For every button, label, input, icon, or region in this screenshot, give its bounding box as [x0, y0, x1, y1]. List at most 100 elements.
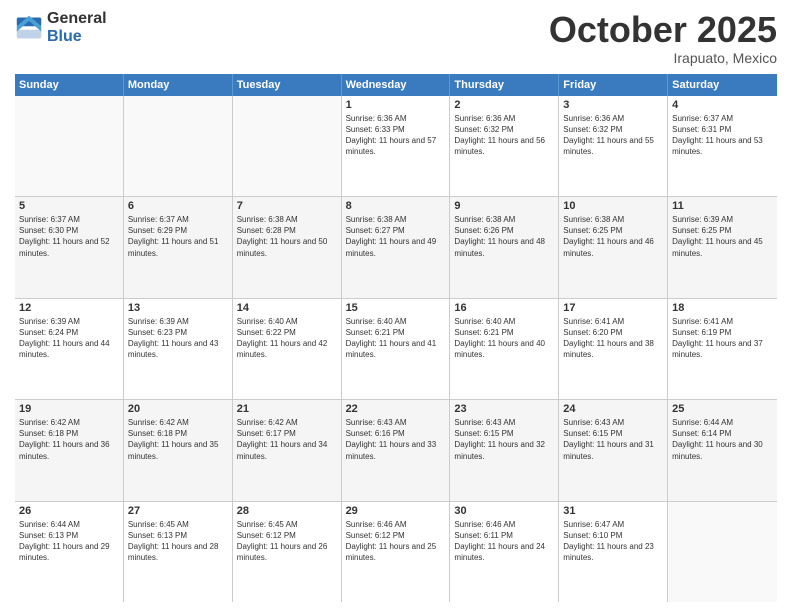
calendar-week-4: 19 Sunrise: 6:42 AMSunset: 6:18 PMDayligh… — [15, 400, 777, 501]
day-number: 8 — [346, 200, 446, 212]
day-number: 14 — [237, 302, 337, 314]
day-number: 25 — [672, 403, 773, 415]
calendar-header: SundayMondayTuesdayWednesdayThursdayFrid… — [15, 74, 777, 96]
calendar-cell: 7 Sunrise: 6:38 AMSunset: 6:28 PMDaylight… — [233, 197, 342, 297]
day-number: 23 — [454, 403, 554, 415]
day-number: 7 — [237, 200, 337, 212]
day-number: 9 — [454, 200, 554, 212]
calendar-cell: 19 Sunrise: 6:42 AMSunset: 6:18 PMDayligh… — [15, 400, 124, 500]
calendar-week-5: 26 Sunrise: 6:44 AMSunset: 6:13 PMDayligh… — [15, 502, 777, 602]
day-number: 26 — [19, 505, 119, 517]
day-header-friday: Friday — [559, 74, 668, 96]
calendar-cell: 8Sunrise: 6:38 AMSunset: 6:27 PMDaylight… — [342, 197, 451, 297]
header: General Blue October 2025 Irapuato, Mexi… — [15, 10, 777, 66]
calendar-cell — [668, 502, 777, 602]
cell-info: Sunrise: 6:40 AMSunset: 6:21 PMDaylight:… — [454, 316, 554, 361]
day-header-wednesday: Wednesday — [342, 74, 451, 96]
cell-info: Sunrise: 6:42 AMSunset: 6:18 PMDaylight:… — [19, 417, 119, 462]
day-number: 20 — [128, 403, 228, 415]
calendar-cell: 4 Sunrise: 6:37 AMSunset: 6:31 PMDaylight… — [668, 96, 777, 196]
day-number: 10 — [563, 200, 663, 212]
day-header-saturday: Saturday — [668, 74, 777, 96]
calendar-week-3: 12Sunrise: 6:39 AMSunset: 6:24 PMDayligh… — [15, 299, 777, 400]
cell-info: Sunrise: 6:45 AMSunset: 6:13 PMDaylight:… — [128, 519, 228, 564]
cell-info: Sunrise: 6:41 AMSunset: 6:20 PMDaylight:… — [563, 316, 663, 361]
cell-info: Sunrise: 6:38 AMSunset: 6:25 PMDaylight:… — [563, 214, 663, 259]
day-number: 2 — [454, 99, 554, 111]
location-subtitle: Irapuato, Mexico — [549, 50, 777, 66]
day-number: 18 — [672, 302, 773, 314]
logo-text: General Blue — [47, 10, 107, 45]
day-number: 21 — [237, 403, 337, 415]
cell-info: Sunrise: 6:39 AMSunset: 6:25 PMDaylight:… — [672, 214, 773, 259]
calendar-cell: 12Sunrise: 6:39 AMSunset: 6:24 PMDayligh… — [15, 299, 124, 399]
calendar-cell: 6 Sunrise: 6:37 AMSunset: 6:29 PMDaylight… — [124, 197, 233, 297]
cell-info: Sunrise: 6:44 AMSunset: 6:14 PMDaylight:… — [672, 417, 773, 462]
cell-info: Sunrise: 6:36 AMSunset: 6:33 PMDaylight:… — [346, 113, 446, 158]
calendar-cell: 16 Sunrise: 6:40 AMSunset: 6:21 PMDayligh… — [450, 299, 559, 399]
calendar-cell: 9 Sunrise: 6:38 AMSunset: 6:26 PMDaylight… — [450, 197, 559, 297]
cell-info: Sunrise: 6:43 AMSunset: 6:15 PMDaylight:… — [454, 417, 554, 462]
day-number: 6 — [128, 200, 228, 212]
calendar-cell: 18 Sunrise: 6:41 AMSunset: 6:19 PMDayligh… — [668, 299, 777, 399]
day-number: 12 — [19, 302, 119, 314]
day-number: 1 — [346, 99, 446, 111]
day-number: 19 — [19, 403, 119, 415]
calendar-cell: 11 Sunrise: 6:39 AMSunset: 6:25 PMDayligh… — [668, 197, 777, 297]
logo-icon — [15, 14, 43, 42]
cell-info: Sunrise: 6:36 AMSunset: 6:32 PMDaylight:… — [563, 113, 663, 158]
calendar-cell: 29Sunrise: 6:46 AMSunset: 6:12 PMDayligh… — [342, 502, 451, 602]
cell-info: Sunrise: 6:42 AMSunset: 6:18 PMDaylight:… — [128, 417, 228, 462]
calendar-cell: 1 Sunrise: 6:36 AMSunset: 6:33 PMDaylight… — [342, 96, 451, 196]
cell-info: Sunrise: 6:36 AMSunset: 6:32 PMDaylight:… — [454, 113, 554, 158]
day-number: 3 — [563, 99, 663, 111]
calendar-cell — [15, 96, 124, 196]
day-number: 17 — [563, 302, 663, 314]
day-number: 28 — [237, 505, 337, 517]
logo-general-text: General — [47, 10, 107, 28]
cell-info: Sunrise: 6:44 AMSunset: 6:13 PMDaylight:… — [19, 519, 119, 564]
cell-info: Sunrise: 6:42 AMSunset: 6:17 PMDaylight:… — [237, 417, 337, 462]
calendar-cell: 13Sunrise: 6:39 AMSunset: 6:23 PMDayligh… — [124, 299, 233, 399]
calendar-cell: 22 Sunrise: 6:43 AMSunset: 6:16 PMDayligh… — [342, 400, 451, 500]
calendar-cell: 5 Sunrise: 6:37 AMSunset: 6:30 PMDaylight… — [15, 197, 124, 297]
cell-info: Sunrise: 6:37 AMSunset: 6:31 PMDaylight:… — [672, 113, 773, 158]
cell-info: Sunrise: 6:46 AMSunset: 6:12 PMDaylight:… — [346, 519, 446, 564]
calendar-cell: 26 Sunrise: 6:44 AMSunset: 6:13 PMDayligh… — [15, 502, 124, 602]
calendar-cell: 2 Sunrise: 6:36 AMSunset: 6:32 PMDaylight… — [450, 96, 559, 196]
calendar-cell: 14Sunrise: 6:40 AMSunset: 6:22 PMDayligh… — [233, 299, 342, 399]
logo-blue-text: Blue — [47, 28, 107, 46]
calendar-cell: 10 Sunrise: 6:38 AMSunset: 6:25 PMDayligh… — [559, 197, 668, 297]
cell-info: Sunrise: 6:38 AMSunset: 6:26 PMDaylight:… — [454, 214, 554, 259]
cell-info: Sunrise: 6:37 AMSunset: 6:30 PMDaylight:… — [19, 214, 119, 259]
calendar-cell — [124, 96, 233, 196]
cell-info: Sunrise: 6:38 AMSunset: 6:28 PMDaylight:… — [237, 214, 337, 259]
cell-info: Sunrise: 6:43 AMSunset: 6:16 PMDaylight:… — [346, 417, 446, 462]
calendar-cell — [233, 96, 342, 196]
calendar-cell: 25 Sunrise: 6:44 AMSunset: 6:14 PMDayligh… — [668, 400, 777, 500]
day-number: 16 — [454, 302, 554, 314]
calendar-cell: 3 Sunrise: 6:36 AMSunset: 6:32 PMDaylight… — [559, 96, 668, 196]
day-number: 11 — [672, 200, 773, 212]
day-number: 24 — [563, 403, 663, 415]
day-header-sunday: Sunday — [15, 74, 124, 96]
calendar-cell: 27Sunrise: 6:45 AMSunset: 6:13 PMDayligh… — [124, 502, 233, 602]
cell-info: Sunrise: 6:37 AMSunset: 6:29 PMDaylight:… — [128, 214, 228, 259]
calendar: SundayMondayTuesdayWednesdayThursdayFrid… — [15, 74, 777, 602]
day-header-tuesday: Tuesday — [233, 74, 342, 96]
day-number: 31 — [563, 505, 663, 517]
cell-info: Sunrise: 6:39 AMSunset: 6:23 PMDaylight:… — [128, 316, 228, 361]
month-title: October 2025 — [549, 10, 777, 50]
logo: General Blue — [15, 10, 107, 45]
day-number: 5 — [19, 200, 119, 212]
day-number: 22 — [346, 403, 446, 415]
calendar-cell: 31 Sunrise: 6:47 AMSunset: 6:10 PMDayligh… — [559, 502, 668, 602]
cell-info: Sunrise: 6:41 AMSunset: 6:19 PMDaylight:… — [672, 316, 773, 361]
calendar-body: 1 Sunrise: 6:36 AMSunset: 6:33 PMDaylight… — [15, 96, 777, 602]
cell-info: Sunrise: 6:47 AMSunset: 6:10 PMDaylight:… — [563, 519, 663, 564]
calendar-cell: 21 Sunrise: 6:42 AMSunset: 6:17 PMDayligh… — [233, 400, 342, 500]
day-header-monday: Monday — [124, 74, 233, 96]
day-number: 4 — [672, 99, 773, 111]
calendar-cell: 23 Sunrise: 6:43 AMSunset: 6:15 PMDayligh… — [450, 400, 559, 500]
calendar-week-2: 5 Sunrise: 6:37 AMSunset: 6:30 PMDaylight… — [15, 197, 777, 298]
